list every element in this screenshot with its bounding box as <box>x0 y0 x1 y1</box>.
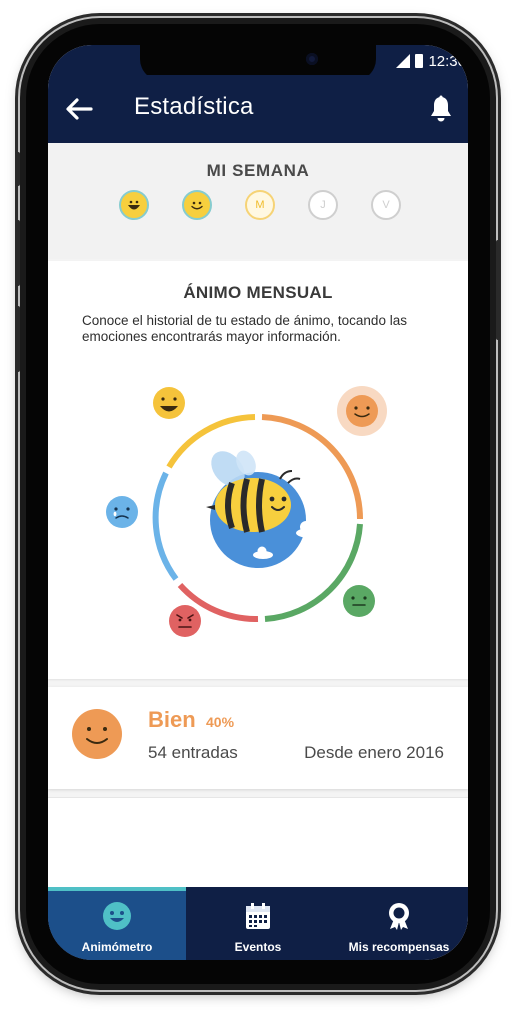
power-button <box>496 240 500 340</box>
mute-switch <box>16 152 20 186</box>
bien-face-icon <box>72 709 122 759</box>
day-letter: V <box>382 199 390 211</box>
tab-animometro[interactable]: Animómetro <box>48 887 186 960</box>
bell-icon[interactable] <box>428 95 454 123</box>
tab-mis-recompensas[interactable]: Mis recompensas <box>330 887 468 960</box>
monthly-mood-card: ÁNIMO MENSUAL Conoce el historial de tu … <box>48 261 468 679</box>
battery-icon <box>415 54 424 68</box>
status-indicators: 12:30 <box>396 52 466 70</box>
tab-label: Animómetro <box>81 940 153 954</box>
ring-segment-triste <box>152 471 179 581</box>
monthly-title: ÁNIMO MENSUAL <box>183 283 333 302</box>
tab-label: Eventos <box>234 940 282 954</box>
page-title: Estadística <box>134 93 254 120</box>
week-title: MI SEMANA <box>206 161 310 180</box>
mood-percentage: 40% <box>206 714 235 730</box>
status-time: 12:30 <box>428 52 466 70</box>
smile-icon <box>103 902 131 930</box>
mood-wheel <box>106 386 387 637</box>
entries-count: 54 entradas <box>148 743 238 762</box>
monthly-description: Conoce el historial de tu estado de ánim… <box>82 313 407 344</box>
app-header: Estadística <box>48 75 468 143</box>
day-friday[interactable]: V <box>371 190 401 220</box>
mood-summary-card[interactable]: Bien 40% 54 entradas Desde enero 2016 <box>48 687 468 789</box>
emotion-mal-icon <box>169 605 201 637</box>
volume-up-button <box>16 220 20 286</box>
day-letter: M <box>255 199 265 211</box>
mood-name: Bien <box>148 707 196 732</box>
emotion-triste-icon <box>106 496 138 528</box>
empty-list-area <box>48 797 468 888</box>
tab-label: Mis recompensas <box>348 940 450 954</box>
day-monday[interactable] <box>119 190 149 220</box>
day-letter: J <box>320 199 326 211</box>
volume-down-button <box>16 306 20 372</box>
week-section: MI SEMANA M J V <box>48 143 468 259</box>
emotion-bien-icon <box>337 386 387 436</box>
back-arrow-icon[interactable] <box>64 97 94 121</box>
screen: 12:30 Estadística MI SEMANA M J V ÁNIMO … <box>48 45 468 960</box>
award-icon <box>389 903 409 930</box>
bottom-navigation: Animómetro Eventos Mis recompensas <box>48 887 468 960</box>
signal-icon <box>396 54 411 68</box>
tab-eventos[interactable]: Eventos <box>186 887 330 960</box>
day-wednesday[interactable]: M <box>245 190 275 220</box>
emotion-excelente-icon <box>153 387 185 419</box>
emotion-regular-icon <box>343 585 375 617</box>
happy-face-icon <box>191 201 203 210</box>
camera-icon <box>306 53 318 65</box>
day-thursday[interactable]: J <box>308 190 338 220</box>
since-date: Desde enero 2016 <box>304 743 444 762</box>
laughing-face-icon <box>128 200 140 210</box>
calendar-icon <box>246 903 270 929</box>
day-tuesday[interactable] <box>182 190 212 220</box>
